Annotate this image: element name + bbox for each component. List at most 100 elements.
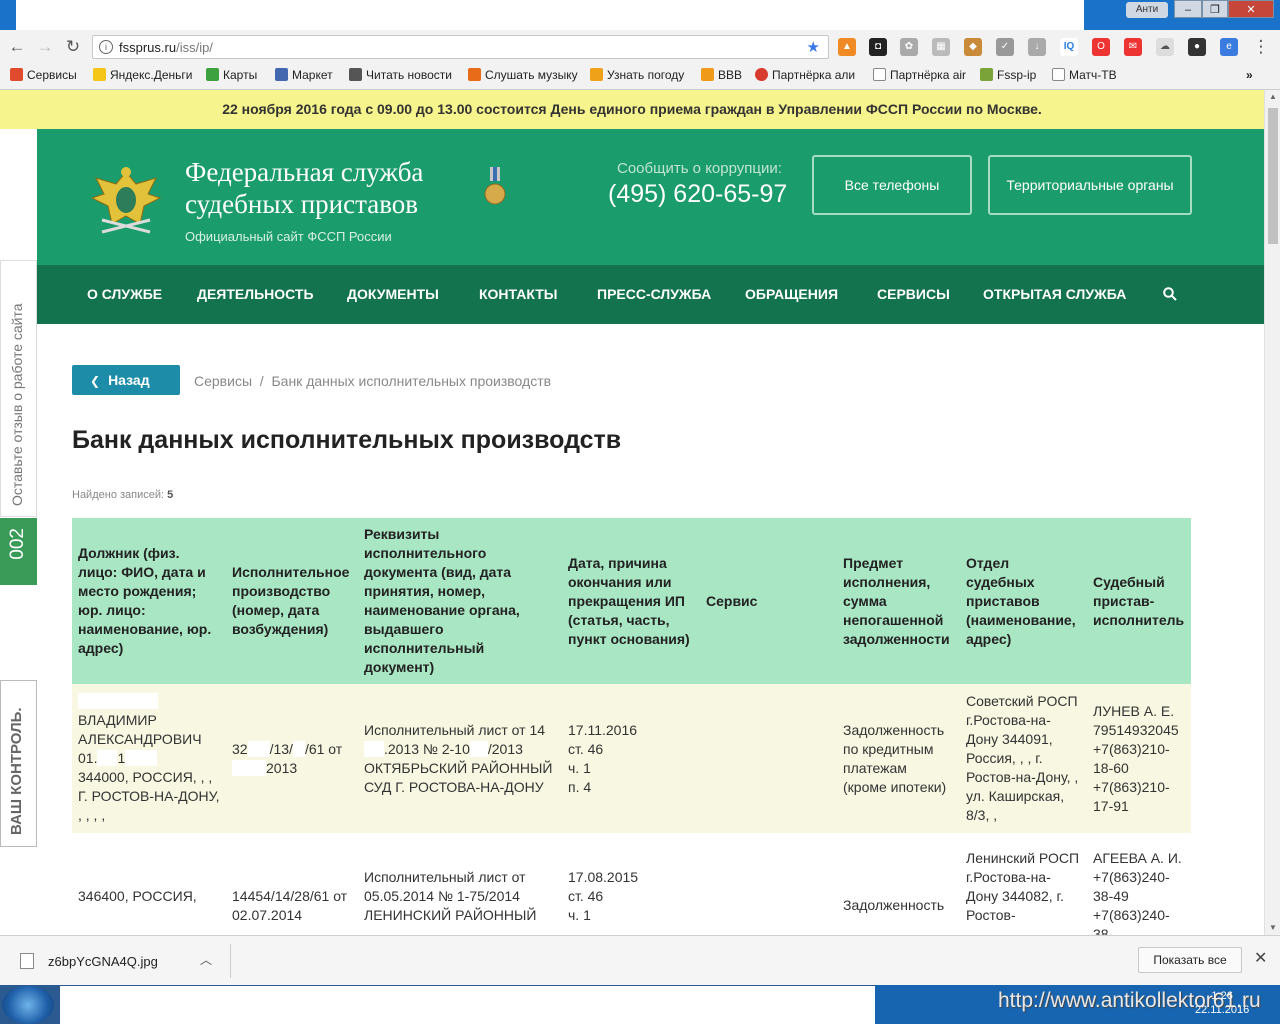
bookmark-star-icon[interactable]: ★ <box>807 38 820 56</box>
search-icon[interactable] <box>1163 265 1177 324</box>
corruption-phone[interactable]: (495) 620-65-97 <box>608 180 787 209</box>
downloads-bar: z6bpYcGNA4Q.jpg ︿ Показать все ✕ <box>0 935 1280 985</box>
extension-mail-icon[interactable]: ✉ <box>1124 38 1142 56</box>
cell-proceeding: 14454/14/28/61 от 02.07.2014 <box>232 888 348 923</box>
page-viewport: 22 ноября 2016 года с 09.00 до 13.00 сос… <box>0 90 1264 935</box>
extension-gear-icon[interactable]: ✿ <box>900 38 918 56</box>
bookmark-market[interactable]: Маркет <box>275 68 333 82</box>
yandex-money-icon <box>93 68 106 81</box>
nav-open-service[interactable]: ОТКРЫТАЯ СЛУЖБА <box>983 265 1126 324</box>
all-phones-button[interactable]: Все телефоны <box>812 155 972 215</box>
extension-download-icon[interactable]: ↓ <box>1028 38 1046 56</box>
bookmark-partner-ali[interactable]: Партнёрка али <box>755 68 855 82</box>
page-scrollbar[interactable]: ▲ ▼ <box>1264 90 1280 935</box>
info-icon[interactable]: i <box>99 40 113 54</box>
cell-proceeding: 32/13//61 от 2013 <box>232 740 343 776</box>
col-proceeding: Исполнительное производство (номер, дата… <box>232 564 350 637</box>
apps-icon <box>10 68 23 81</box>
partner-icon <box>755 68 768 81</box>
table-row: 346400, РОССИЯ, 14454/14/28/61 от 02.07.… <box>72 833 1191 935</box>
redacted-block <box>364 740 384 757</box>
maps-icon <box>206 68 219 81</box>
page-title: Банк данных исполнительных производств <box>72 426 622 454</box>
results-table: Должник (физ. лицо: ФИО, дата и место ро… <box>72 518 1191 935</box>
cell-bailiff: ЛУНЕВ А. Е. 79514932045 +7(863)210-18-60… <box>1093 702 1179 814</box>
bookmarks-overflow-icon[interactable]: » <box>1246 68 1253 82</box>
extension-chart-icon[interactable]: ▲ <box>838 38 856 56</box>
reload-icon[interactable]: ↻ <box>62 36 84 58</box>
bookmark-fssp-ip[interactable]: Fssp-ip <box>980 68 1036 82</box>
close-icon[interactable]: ✕ <box>1254 948 1267 968</box>
bookmark-partner-air[interactable]: Партнёрка air <box>873 68 966 82</box>
announcement-banner: 22 ноября 2016 года с 09.00 до 13.00 сос… <box>0 90 1264 129</box>
bookmark-music[interactable]: Слушать музыку <box>468 68 578 82</box>
extension-cloud-icon[interactable]: ☁ <box>1156 38 1174 56</box>
nav-activity[interactable]: ДЕЯТЕЛЬНОСТЬ <box>197 265 314 324</box>
regional-offices-button[interactable]: Территориальные органы <box>988 155 1192 215</box>
nav-documents[interactable]: ДОКУМЕНТЫ <box>347 265 439 324</box>
tab-strip <box>16 0 1084 30</box>
feedback-tab[interactable]: Оставьте отзыв о работе сайта <box>0 260 37 517</box>
extension-check-icon[interactable]: ✓ <box>996 38 1014 56</box>
nav-contacts[interactable]: КОНТАКТЫ <box>479 265 557 324</box>
col-service: Сервис <box>706 592 758 609</box>
bookmarks-bar: Сервисы Яндекс.Деньги Карты Маркет Читат… <box>0 64 1280 90</box>
breadcrumb-services[interactable]: Сервисы <box>194 373 252 389</box>
col-bailiff: Судебный пристав-исполнитель <box>1093 573 1185 628</box>
cell-bailiff: АГЕЕВА А. И. +7(863)240-38-49 +7(863)240… <box>1093 850 1182 935</box>
scroll-down-icon[interactable]: ▼ <box>1265 921 1280 935</box>
divider <box>230 944 231 978</box>
chevron-up-icon[interactable]: ︿ <box>200 951 212 968</box>
extension-iq-icon[interactable]: IQ <box>1060 38 1078 56</box>
bookmark-weather[interactable]: Узнать погоду <box>590 68 684 82</box>
extension-opera-icon[interactable]: O <box>1092 38 1110 56</box>
nav-services[interactable]: СЕРВИСЫ <box>877 265 950 324</box>
bookmark-match-tv[interactable]: Матч-ТВ <box>1052 68 1117 82</box>
bookmark-vvv[interactable]: ВВВ <box>701 68 742 82</box>
records-found: Найдено записей: 5 <box>72 489 174 501</box>
nav-appeals[interactable]: ОБРАЩЕНИЯ <box>745 265 838 324</box>
nav-press[interactable]: ПРЕСС-СЛУЖБА <box>597 265 711 324</box>
download-item[interactable]: z6bpYcGNA4Q.jpg <box>20 953 158 969</box>
menu-icon[interactable]: ⋮ <box>1250 36 1272 58</box>
extension-cart-icon[interactable]: ◆ <box>964 38 982 56</box>
url-input[interactable]: i fssprus.ru/iss/ip/ ★ <box>92 35 829 59</box>
taskbar-app-area <box>60 986 875 1024</box>
page-icon <box>1052 68 1065 81</box>
bookmark-services[interactable]: Сервисы <box>10 68 77 82</box>
page-icon <box>873 68 886 81</box>
extension-e-icon[interactable]: e <box>1220 38 1238 56</box>
breadcrumb-current: Банк данных исполнительных производств <box>271 373 552 389</box>
scroll-up-icon[interactable]: ▲ <box>1265 90 1280 104</box>
close-window-button[interactable]: ✕ <box>1228 0 1274 18</box>
extension-pin-icon[interactable]: ● <box>1188 38 1206 56</box>
maximize-button[interactable]: ❐ <box>1202 0 1228 18</box>
bookmark-maps[interactable]: Карты <box>206 68 257 82</box>
nav-about[interactable]: О СЛУЖБЕ <box>87 265 162 324</box>
bookmark-yandex-money[interactable]: Яндекс.Деньги <box>93 68 192 82</box>
start-button[interactable] <box>2 986 54 1024</box>
clock[interactable]: 1:26 22.11.2016 <box>1195 989 1249 1017</box>
back-button[interactable]: ❮ Назад <box>72 365 180 395</box>
fssp-icon <box>980 68 993 81</box>
cell-debtor: 346400, РОССИЯ, <box>78 888 197 904</box>
forward-arrow-icon[interactable]: → <box>34 36 56 58</box>
music-icon <box>468 68 481 81</box>
taskbar: http://www.antikollektor61.ru 1:26 22.11.… <box>0 985 1280 1024</box>
window-titlebar: Анти – ❐ ✕ <box>0 0 1280 30</box>
code-002-tab[interactable]: 002 <box>0 518 37 585</box>
redacted-block <box>232 759 266 776</box>
back-arrow-icon[interactable]: ← <box>6 36 28 58</box>
extension-adblock-icon[interactable]: ◘ <box>869 38 887 56</box>
extension-grid-icon[interactable]: ▦ <box>932 38 950 56</box>
scrollbar-thumb[interactable] <box>1268 108 1278 244</box>
cell-subject: Задолженность по кредитным платежам (кро… <box>843 721 947 795</box>
cell-document: Исполнительный лист от 14.2013 № 2-10/20… <box>364 721 553 795</box>
minimize-button[interactable]: – <box>1174 0 1202 18</box>
show-all-button[interactable]: Показать все <box>1138 947 1242 973</box>
redacted-block <box>97 750 118 766</box>
redacted-block <box>78 693 158 709</box>
bookmark-news[interactable]: Читать новости <box>349 68 452 82</box>
your-control-tab[interactable]: ВАШ КОНТРОЛЬ. <box>0 680 37 847</box>
site-title[interactable]: Федеральная служба судебных приставов <box>185 156 485 220</box>
